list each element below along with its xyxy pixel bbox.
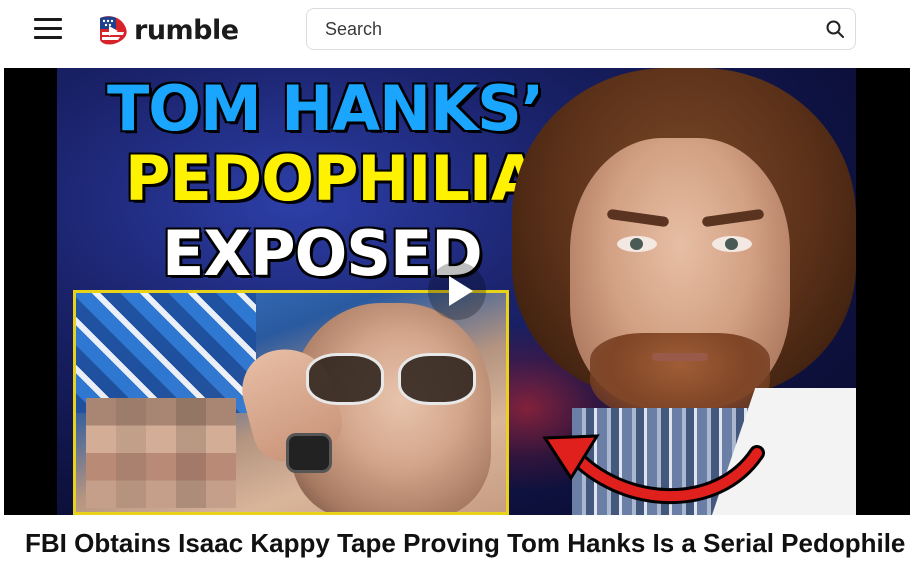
search-icon[interactable]: [825, 19, 845, 39]
search-box: [306, 8, 856, 50]
menu-line: [34, 27, 62, 30]
red-curved-arrow-icon: [542, 434, 765, 505]
portrait-mouth: [652, 353, 708, 361]
video-title-row: FBI Obtains Isaac Kappy Tape Proving Tom…: [0, 515, 914, 562]
menu-line: [34, 18, 62, 21]
portrait-eye: [712, 236, 752, 252]
inset-pixelated-area: [86, 398, 236, 508]
hamburger-menu-icon[interactable]: [34, 18, 62, 40]
menu-line: [34, 36, 62, 39]
inset-sunglasses: [306, 353, 476, 405]
top-bar: rumble: [0, 0, 914, 60]
thumbnail-headline-line-1: TOM HANKS’: [107, 72, 544, 145]
rumble-flag-play-logo-icon: [100, 16, 127, 45]
thumbnail-headline-line-2: PEDOPHILIA: [125, 142, 539, 215]
inset-watch: [286, 433, 332, 473]
thumbnail-inset-photo: [73, 290, 509, 515]
video-player[interactable]: TOM HANKS’ PEDOPHILIA EXPOSED: [4, 68, 910, 515]
play-icon[interactable]: [427, 261, 487, 321]
search-input[interactable]: [325, 9, 805, 49]
video-title[interactable]: FBI Obtains Isaac Kappy Tape Proving Tom…: [25, 529, 905, 558]
inset-shirt: [76, 293, 256, 413]
logo-text: rumble: [134, 14, 239, 46]
portrait-eye: [617, 236, 657, 252]
rumble-logo[interactable]: rumble: [94, 10, 239, 50]
